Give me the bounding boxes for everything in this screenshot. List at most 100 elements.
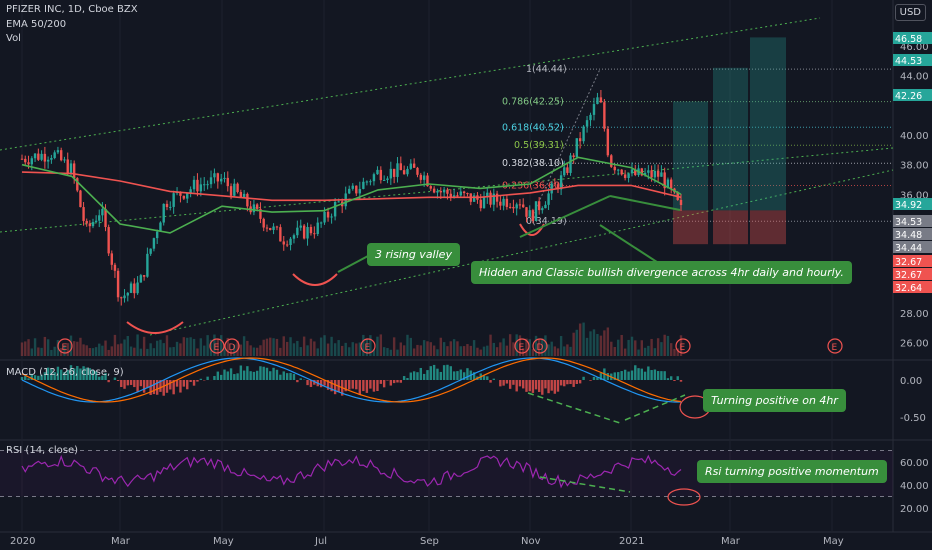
macd-histogram-bar <box>406 378 409 380</box>
macd-histogram-bar <box>379 380 383 384</box>
candle-body <box>499 201 502 206</box>
volume-legend[interactable]: Vol <box>6 33 21 45</box>
volume-bar <box>50 349 53 356</box>
candle-body <box>472 195 476 202</box>
divergence-line <box>609 195 681 211</box>
volume-bar <box>129 346 133 356</box>
candle-body <box>627 173 630 178</box>
macd-histogram-bar <box>133 380 136 388</box>
macd-histogram-bar <box>569 380 572 385</box>
rsi-axis-tick: 40.00 <box>900 481 929 492</box>
macd-histogram-bar <box>306 380 309 386</box>
candle-body <box>620 169 623 175</box>
macd-histogram-bar <box>249 371 252 380</box>
volume-bar <box>502 338 505 356</box>
callout-pointer <box>337 255 369 273</box>
candle-body <box>436 191 439 193</box>
macd-histogram-bar <box>265 367 269 380</box>
candle-body <box>192 179 196 190</box>
volume-bar <box>456 341 459 356</box>
candle-body <box>50 158 53 160</box>
callout-pointer <box>599 224 661 265</box>
currency-button[interactable]: USD <box>894 4 926 21</box>
volume-bar <box>653 348 657 356</box>
volume-bar <box>40 347 43 356</box>
volume-bar <box>79 337 82 356</box>
candle-body <box>59 150 63 161</box>
volume-bar <box>152 348 156 356</box>
volume-bar <box>279 347 282 356</box>
candle-body <box>348 188 351 194</box>
volume-bar <box>265 338 269 356</box>
volume-bar <box>344 342 347 356</box>
candle-body <box>289 238 292 245</box>
macd-histogram-bar <box>382 380 386 388</box>
candle-body <box>285 244 289 246</box>
macd-histogram-bar <box>239 365 243 380</box>
volume-bar <box>656 338 660 356</box>
volume-bar <box>272 338 275 356</box>
time-axis-label: Mar <box>721 536 741 547</box>
candle-body <box>37 153 40 160</box>
volume-bar <box>76 341 79 356</box>
candle-body <box>528 210 531 217</box>
macd-histogram-bar <box>650 370 653 380</box>
macd-histogram-bar <box>319 380 323 388</box>
volume-bar <box>252 347 256 356</box>
candle-body <box>541 208 544 211</box>
candle-body <box>606 128 610 156</box>
volume-bar <box>582 322 585 356</box>
candle-body <box>365 181 369 183</box>
volume-bar <box>386 348 389 356</box>
macd-histogram-bar <box>446 364 449 380</box>
candle-body <box>547 193 550 205</box>
candle-body <box>429 186 432 189</box>
volume-bar <box>482 346 486 356</box>
macd-histogram-bar <box>531 380 535 393</box>
candle-body <box>550 183 553 194</box>
macd-histogram-bar <box>226 371 229 380</box>
volume-bar <box>91 348 95 356</box>
rsi-legend[interactable]: RSI (14, close) <box>6 445 78 457</box>
volume-bar <box>133 347 136 356</box>
candle-body <box>91 222 95 227</box>
candle-body <box>123 295 126 299</box>
volume-bar <box>98 343 101 356</box>
macd-histogram-bar <box>186 380 189 390</box>
volume-bar <box>101 345 104 356</box>
candle-body <box>396 163 399 177</box>
macd-histogram-bar <box>525 380 528 392</box>
macd-histogram-bar <box>522 380 525 389</box>
volume-bar <box>406 334 409 356</box>
macd-histogram-bar <box>553 380 557 394</box>
volume-bar <box>596 334 599 356</box>
candle-body <box>56 150 60 153</box>
ema-legend[interactable]: EMA 50/200 <box>6 19 66 31</box>
candle-body <box>275 226 279 228</box>
candle-body <box>495 193 499 202</box>
candle-body <box>630 169 634 174</box>
macd-histogram-bar <box>449 366 452 380</box>
macd-legend[interactable]: MACD (12, 26, close, 9) <box>6 367 124 379</box>
event-marker-label: E <box>680 343 686 353</box>
macd-histogram-bar <box>578 380 582 384</box>
macd-histogram-bar <box>544 380 547 389</box>
macd-histogram-bar <box>459 369 462 380</box>
candle-body <box>129 283 133 293</box>
macd-histogram-bar <box>242 370 246 380</box>
ema50-line <box>21 156 682 234</box>
macd-histogram-bar <box>142 380 146 393</box>
volume-bar <box>330 336 333 356</box>
event-marker-label: E <box>519 343 525 353</box>
event-marker-label: E <box>62 343 68 353</box>
candle-body <box>269 228 272 230</box>
candle-body <box>196 179 199 192</box>
volume-bar <box>627 339 630 356</box>
volume-bar <box>479 349 482 356</box>
candle-body <box>544 204 547 209</box>
candle-body <box>412 163 416 168</box>
event-marker-label: D <box>537 343 544 353</box>
volume-bar <box>88 348 92 356</box>
candle-body <box>610 155 613 167</box>
volume-bar <box>492 342 496 356</box>
